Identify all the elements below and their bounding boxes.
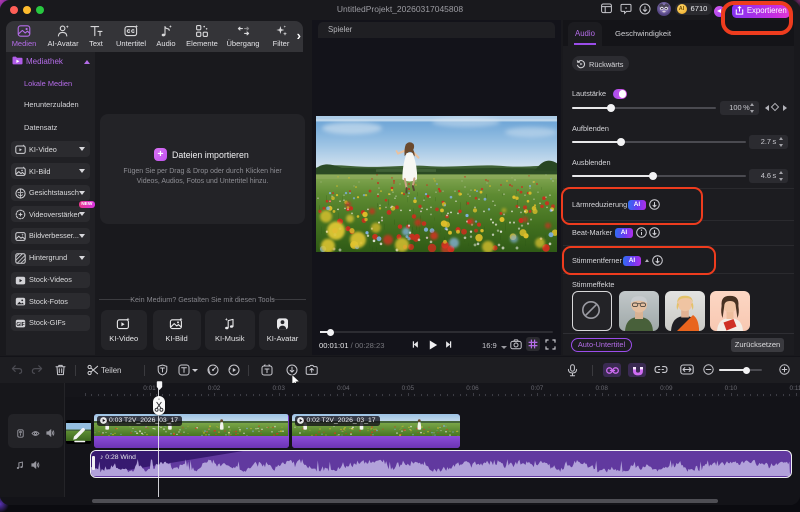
svg-text:GIF: GIF — [16, 321, 24, 327]
